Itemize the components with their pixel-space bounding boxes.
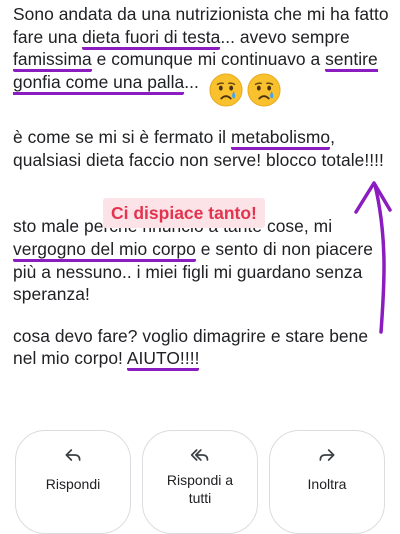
- crying-face-icon: [247, 73, 281, 107]
- highlighted-text: dieta fuori di testa: [82, 26, 221, 50]
- forward-label: Inoltra: [307, 476, 347, 492]
- highlighted-text: vergogno del mio corpo: [13, 238, 196, 262]
- message-text: ... avevo sempre: [220, 26, 350, 47]
- forward-icon: [319, 449, 335, 461]
- message-body: Sono andata da una nutrizionista che mi …: [13, 3, 393, 372]
- message-text: è come se mi si è fermato il: [13, 127, 231, 148]
- message-paragraph-2: è come se mi si è fermato il metabolismo…: [13, 126, 393, 171]
- highlighted-text: metabolismo: [230, 127, 331, 151]
- reply-icon: [65, 449, 81, 461]
- message-text: ...: [184, 71, 199, 92]
- highlighted-text: famissima: [13, 49, 92, 73]
- reply-all-button[interactable]: Rispondi a tutti: [142, 430, 258, 534]
- reply-all-label: Rispondi a tutti: [166, 472, 234, 506]
- message-paragraph-4: cosa devo fare? voglio dimagrire e stare…: [13, 325, 393, 372]
- sorry-sticker: Ci dispiace tanto!: [103, 198, 265, 228]
- crying-face-icon: [209, 73, 243, 107]
- message-text: e comunque mi continuavo a: [91, 49, 326, 70]
- emoji-group: [209, 73, 285, 107]
- highlighted-text: AIUTO!!!!: [126, 348, 200, 372]
- action-bar: Rispondi Rispondi a tutti Inoltra: [15, 430, 385, 534]
- forward-button[interactable]: Inoltra: [269, 430, 385, 534]
- message-paragraph-1: Sono andata da una nutrizionista che mi …: [13, 3, 393, 107]
- reply-button[interactable]: Rispondi: [15, 430, 131, 534]
- reply-all-icon: [190, 449, 209, 461]
- reply-label: Rispondi: [45, 476, 101, 492]
- message-paragraph-3: sto male perchè rinuncio a tante cose, m…: [13, 215, 393, 305]
